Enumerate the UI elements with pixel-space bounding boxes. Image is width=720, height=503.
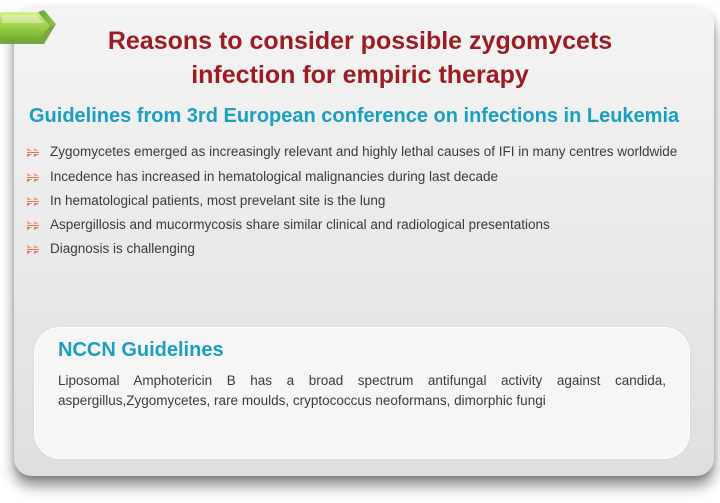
- bullet-arrows-icon: [27, 173, 39, 182]
- green-tab-icon: [0, 10, 56, 44]
- bullet-item: Incedence has increased in hematological…: [26, 168, 702, 186]
- bullet-arrows-icon: [27, 245, 39, 254]
- bullet-arrows-icon: [27, 148, 39, 157]
- bullet-text: Diagnosis is challenging: [50, 241, 195, 256]
- bullet-list: Zygomycetes emerged as increasingly rele…: [26, 143, 702, 264]
- nccn-text: Liposomal Amphotericin B has a broad spe…: [58, 373, 666, 408]
- bullet-item: Zygomycetes emerged as increasingly rele…: [26, 143, 702, 161]
- bullet-text: Incedence has increased in hematological…: [50, 169, 499, 184]
- nccn-guidelines-box: NCCN Guidelines Liposomal Amphotericin B…: [34, 327, 690, 459]
- bullet-arrows-icon: [27, 221, 39, 230]
- bullet-text: In hematological patients, most prevelan…: [50, 193, 386, 208]
- slide-title-line-1: Reasons to consider possible zygomycets: [107, 27, 613, 55]
- slide-subtitle: Guidelines from 3rd European conference …: [29, 105, 680, 127]
- slide-title-line-2: infection for empiric therapy: [191, 61, 529, 89]
- bullet-item: Aspergillosis and mucormycosis share sim…: [26, 216, 702, 234]
- bullet-item: Diagnosis is challenging: [26, 240, 702, 258]
- bullet-text: Aspergillosis and mucormycosis share sim…: [50, 217, 550, 232]
- bullet-text: Zygomycetes emerged as increasingly rele…: [50, 144, 678, 159]
- bullet-item: In hematological patients, most prevelan…: [26, 192, 702, 210]
- nccn-title: NCCN Guidelines: [58, 339, 224, 361]
- bullet-arrows-icon: [27, 197, 39, 206]
- slide-title: Reasons to consider possible zygomycets …: [60, 24, 660, 92]
